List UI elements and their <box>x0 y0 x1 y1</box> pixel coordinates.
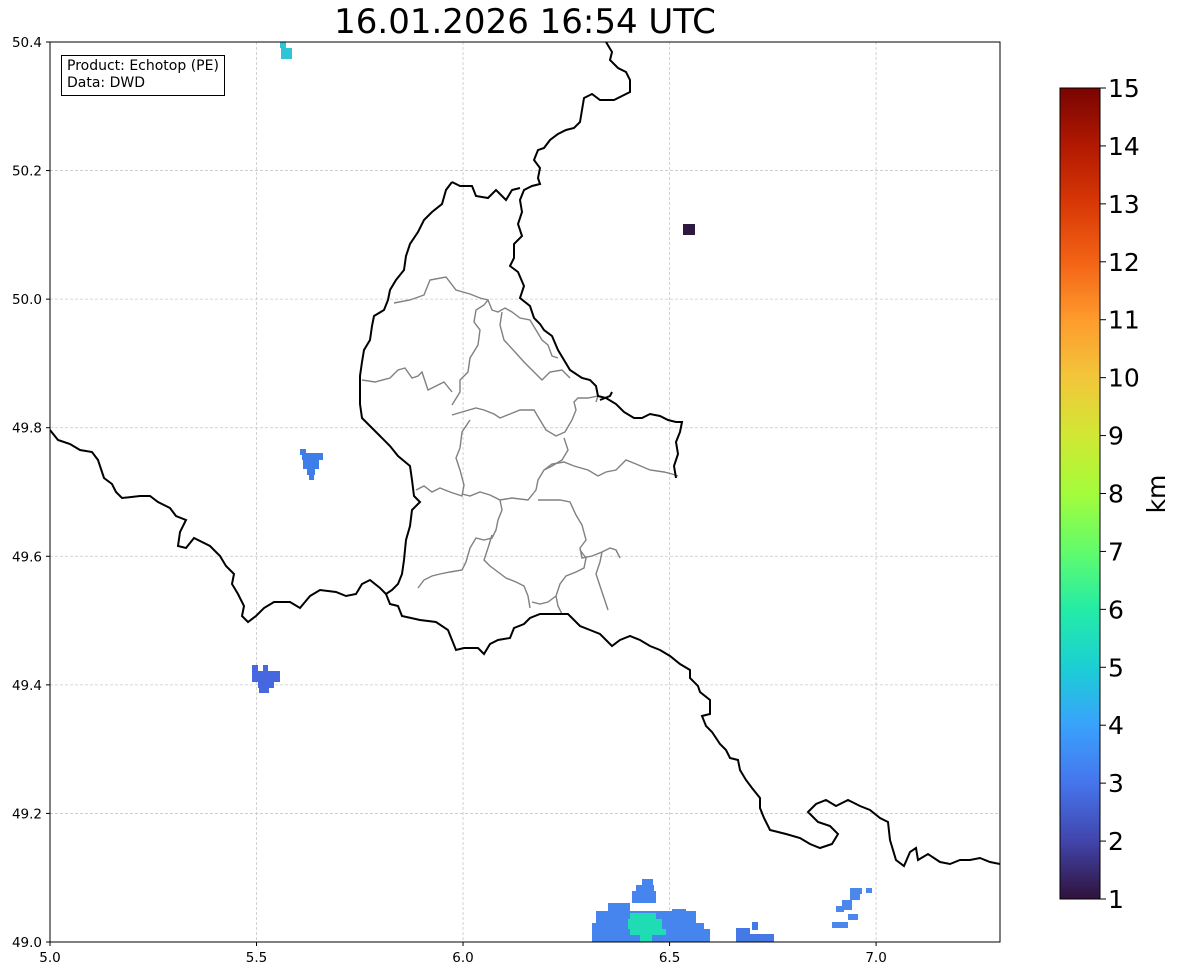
colorbar-tick-label: 6 <box>1108 595 1124 624</box>
x-tick-label: 6.5 <box>659 950 680 966</box>
colorbar-tick-label: 5 <box>1108 653 1124 682</box>
colorbar-tick-label: 14 <box>1108 132 1140 161</box>
y-tick-label: 49.4 <box>12 678 42 694</box>
radar-map-figure: 49.0 49.2 49.4 49.6 49.8 50.0 50.2 50.4 5.0 5.5 6… <box>12 35 1171 966</box>
y-tick-label: 50.0 <box>12 292 42 308</box>
colorbar-tick-label: 9 <box>1108 422 1124 451</box>
y-axis: 49.0 49.2 49.4 49.6 49.8 50.0 50.2 50.4 <box>12 35 50 951</box>
data-source-label: Data: DWD <box>67 75 145 91</box>
colorbar-tick-label: 8 <box>1108 480 1124 509</box>
colorbar-tick-label: 11 <box>1108 306 1140 335</box>
info-box: Product: Echotop (PE) Data: DWD <box>61 55 225 96</box>
colorbar-tick-label: 13 <box>1108 190 1140 219</box>
colorbar-tick-label: 4 <box>1108 711 1124 740</box>
colorbar-ticks: 123456789101112131415 <box>1100 74 1140 914</box>
colorbar-tick-label: 12 <box>1108 248 1140 277</box>
y-tick-label: 49.8 <box>12 421 42 437</box>
colorbar-tick-label: 15 <box>1108 74 1140 103</box>
colorbar-tick-label: 2 <box>1108 827 1124 856</box>
product-label: Product: Echotop (PE) <box>67 58 219 74</box>
y-tick-label: 49.0 <box>12 935 42 951</box>
x-tick-label: 5.0 <box>39 950 60 966</box>
colorbar-unit-label: km <box>1142 475 1171 514</box>
y-tick-label: 50.2 <box>12 164 42 180</box>
colorbar-tick-label: 3 <box>1108 769 1124 798</box>
colorbar-tick-label: 10 <box>1108 364 1140 393</box>
colorbar <box>1059 87 1101 900</box>
x-tick-label: 7.0 <box>865 950 886 966</box>
y-tick-label: 49.2 <box>12 806 42 822</box>
colorbar-tick-label: 7 <box>1108 537 1124 566</box>
plot-area[interactable] <box>50 42 1000 942</box>
x-axis: 5.0 5.5 6.0 6.5 7.0 <box>39 942 887 966</box>
y-tick-label: 50.4 <box>12 35 42 51</box>
radar-echo <box>683 224 695 235</box>
y-tick-label: 49.6 <box>12 549 42 565</box>
x-tick-label: 6.0 <box>452 950 473 966</box>
x-tick-label: 5.5 <box>246 950 267 966</box>
colorbar-tick-label: 1 <box>1108 885 1124 914</box>
